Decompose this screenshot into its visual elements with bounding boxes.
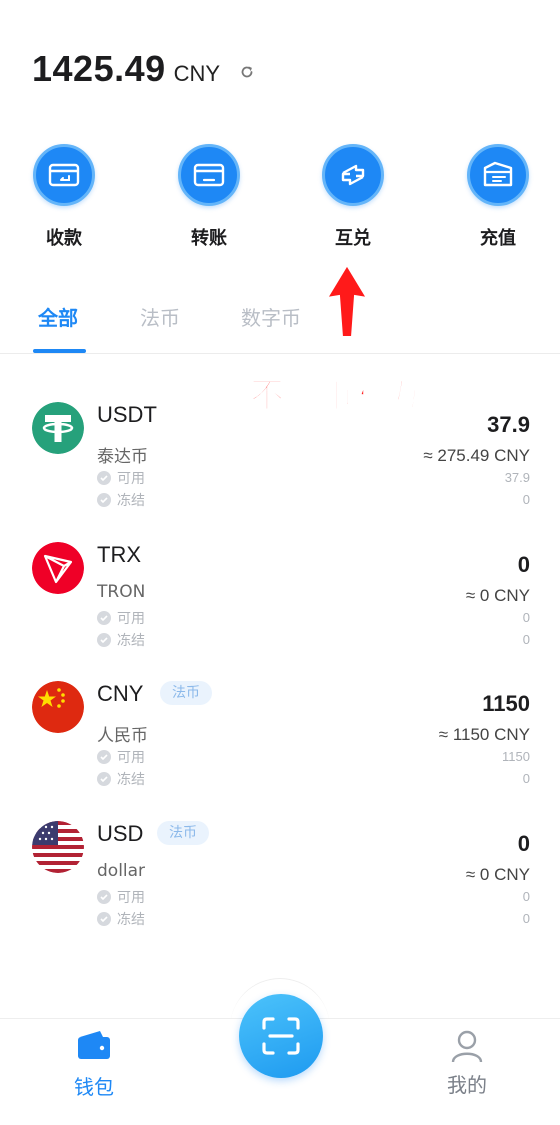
china-flag bbox=[32, 681, 84, 733]
receive-label: 收款 bbox=[46, 228, 82, 249]
coin-amount: 37.9 bbox=[487, 412, 530, 437]
tab-all[interactable]: 全部 bbox=[38, 302, 78, 331]
available-value: 37.9 bbox=[504, 470, 530, 485]
frozen-row: 冻结 bbox=[97, 909, 145, 929]
available-row: 可用 bbox=[97, 608, 145, 628]
frozen-label: 冻结 bbox=[117, 493, 145, 509]
refresh-icon[interactable] bbox=[238, 63, 256, 81]
frozen-row: 冻结 bbox=[97, 490, 145, 510]
transfer-icon bbox=[178, 144, 240, 206]
total-balance: 1425.49 CNY bbox=[32, 48, 256, 92]
nav-mine-label: 我的 bbox=[447, 1073, 487, 1097]
coin-symbol: TRX bbox=[97, 542, 141, 567]
available-value: 0 bbox=[522, 889, 530, 904]
coin-cny-value: ≈ 1150 CNY bbox=[438, 725, 530, 744]
tab-indicator bbox=[33, 349, 86, 353]
check-icon bbox=[97, 772, 111, 786]
receive-icon bbox=[33, 144, 95, 206]
coin-cny-value: ≈ 0 CNY bbox=[465, 586, 530, 605]
check-icon bbox=[97, 912, 111, 926]
available-label: 可用 bbox=[117, 750, 145, 766]
transfer-button[interactable]: 转账 bbox=[164, 144, 254, 250]
coin-amount: 0 bbox=[517, 831, 530, 856]
check-icon bbox=[97, 890, 111, 904]
frozen-value: 0 bbox=[522, 632, 530, 647]
frozen-value: 0 bbox=[522, 771, 530, 786]
tab-crypto[interactable]: 数字币 bbox=[241, 302, 301, 331]
coin-amount: 0 bbox=[517, 552, 530, 577]
available-label: 可用 bbox=[117, 890, 145, 906]
check-icon bbox=[97, 611, 111, 625]
frozen-label: 冻结 bbox=[117, 633, 145, 649]
coin-amount: 1150 bbox=[482, 691, 530, 716]
exchange-button[interactable]: 互兑 bbox=[308, 144, 398, 250]
coin-cny-value: ≈ 275.49 CNY bbox=[423, 446, 530, 465]
balance-currency: CNY bbox=[173, 61, 221, 86]
available-value: 1150 bbox=[502, 749, 530, 764]
frozen-value: 0 bbox=[522, 911, 530, 926]
wallet-icon bbox=[78, 1031, 110, 1059]
coin-name: 人民币 bbox=[97, 726, 148, 746]
transfer-label: 转账 bbox=[191, 228, 227, 249]
coin-name: 泰达币 bbox=[97, 447, 148, 467]
recharge-icon bbox=[467, 144, 529, 206]
coin-name: TRON bbox=[97, 582, 146, 602]
available-row: 可用 bbox=[97, 747, 145, 767]
usa-flag bbox=[32, 821, 84, 873]
coin-symbol: CNY bbox=[97, 681, 144, 706]
check-icon bbox=[97, 493, 111, 507]
frozen-label: 冻结 bbox=[117, 772, 145, 788]
list-item[interactable]: TRX TRON 可用 冻结 0 ≈ 0 CNY 0 0 bbox=[0, 542, 560, 662]
coin-symbol: USDT bbox=[97, 402, 157, 427]
available-label: 可用 bbox=[117, 471, 145, 487]
coin-name: dollar bbox=[97, 861, 146, 881]
available-value: 0 bbox=[522, 610, 530, 625]
fiat-tag: 法币 bbox=[157, 821, 209, 845]
balance-amount: 1425.49 bbox=[32, 48, 166, 89]
check-icon bbox=[97, 750, 111, 764]
coin-cny-value: ≈ 0 CNY bbox=[465, 865, 530, 884]
list-item[interactable]: USDT 泰达币 可用 冻结 37.9 ≈ 275.49 CNY 37.9 0 bbox=[0, 402, 560, 522]
available-row: 可用 bbox=[97, 468, 145, 488]
frozen-row: 冻结 bbox=[97, 769, 145, 789]
asset-tabs: 全部 法币 数字币 bbox=[0, 296, 560, 354]
available-row: 可用 bbox=[97, 887, 145, 907]
exchange-label: 互兑 bbox=[335, 228, 371, 249]
receive-button[interactable]: 收款 bbox=[19, 144, 109, 250]
recharge-button[interactable]: 充值 bbox=[453, 144, 543, 250]
recharge-label: 充值 bbox=[480, 228, 516, 249]
list-item[interactable]: CNY 法币 人民币 可用 冻结 1150 ≈ 1150 CNY 1150 0 bbox=[0, 681, 560, 801]
available-label: 可用 bbox=[117, 611, 145, 627]
list-item[interactable]: USD 法币 dollar 可用 冻结 0 ≈ 0 CNY 0 0 bbox=[0, 821, 560, 941]
user-icon bbox=[451, 1030, 483, 1063]
scan-button[interactable] bbox=[239, 994, 323, 1078]
frozen-label: 冻结 bbox=[117, 912, 145, 928]
tether-logo bbox=[32, 402, 84, 454]
frozen-value: 0 bbox=[522, 492, 530, 507]
nav-mine[interactable]: 我的 bbox=[422, 1029, 512, 1098]
tron-logo bbox=[32, 542, 84, 594]
tab-fiat[interactable]: 法币 bbox=[140, 302, 180, 331]
check-icon bbox=[97, 471, 111, 485]
nav-wallet[interactable]: 钱包 bbox=[49, 1029, 139, 1100]
scan-icon bbox=[262, 1017, 300, 1055]
nav-wallet-label: 钱包 bbox=[74, 1075, 114, 1099]
coin-symbol: USD bbox=[97, 821, 144, 846]
fiat-tag: 法币 bbox=[160, 681, 212, 705]
exchange-icon bbox=[322, 144, 384, 206]
check-icon bbox=[97, 633, 111, 647]
frozen-row: 冻结 bbox=[97, 630, 145, 650]
quick-actions: 收款 转账 互兑 充值 bbox=[0, 144, 560, 254]
annotation-arrow bbox=[325, 263, 369, 338]
